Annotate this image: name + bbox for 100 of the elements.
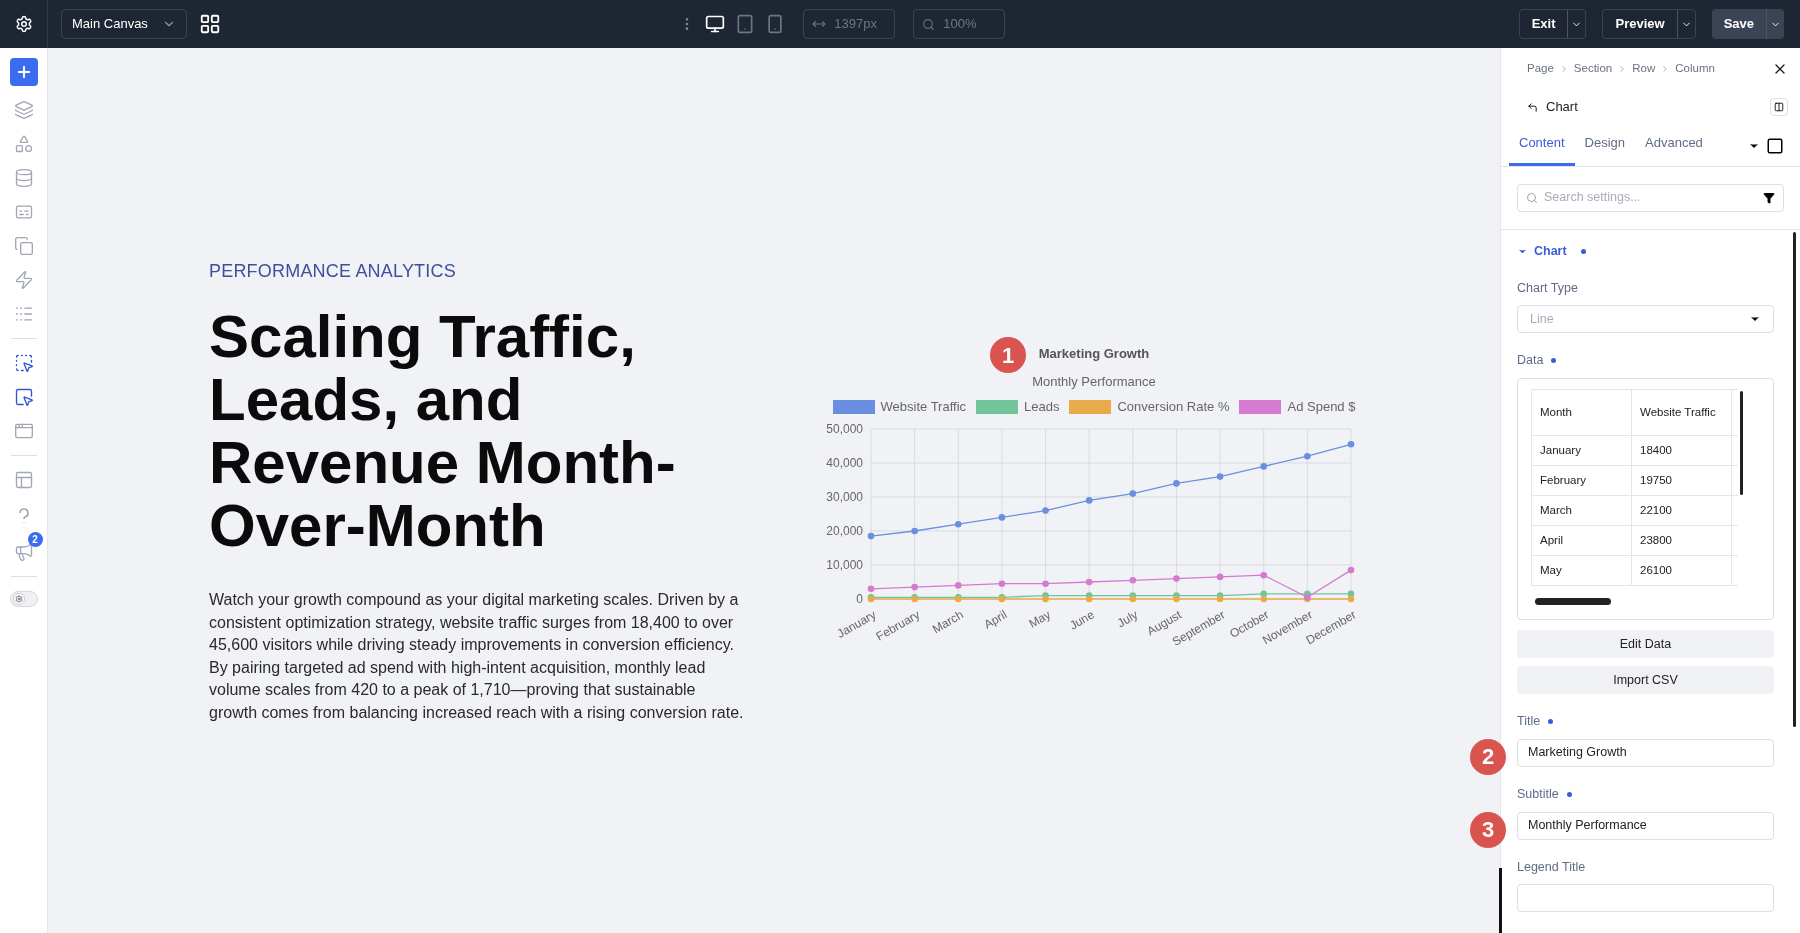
layout-toggle-button[interactable] <box>1770 98 1788 116</box>
text-field[interactable]: Monthly Performance <box>1517 811 1774 840</box>
split-button[interactable]: Exit <box>1518 9 1587 39</box>
data-point <box>1260 571 1268 578</box>
back-icon[interactable] <box>1527 101 1538 113</box>
notification-badge: 2 <box>27 532 43 547</box>
scrollbar[interactable] <box>1535 598 1611 605</box>
panel-tab[interactable]: Design <box>1574 133 1635 166</box>
x-tick-label: April <box>981 606 1010 632</box>
save-button[interactable]: Save <box>1711 9 1784 39</box>
y-tick-label: 0 <box>856 591 863 606</box>
table-cell[interactable]: January <box>1531 435 1632 466</box>
legend-item[interactable]: Conversion Rate % <box>1069 397 1230 417</box>
pointer-select-icon[interactable] <box>13 353 34 373</box>
table-cell[interactable]: May <box>1531 555 1632 586</box>
panel-tab[interactable]: Advanced <box>1635 133 1713 166</box>
x-tick-label: July <box>1114 606 1141 630</box>
shapes-icon[interactable] <box>13 134 34 154</box>
search-icon <box>1526 191 1538 204</box>
scrollbar[interactable] <box>1793 231 1796 727</box>
data-point <box>1129 489 1137 497</box>
data-point <box>954 581 962 589</box>
breadcrumb-link[interactable]: Row <box>1632 60 1656 78</box>
chart-subtitle: Monthly Performance <box>1032 372 1156 391</box>
tablet-icon[interactable] <box>735 14 756 34</box>
database-icon[interactable] <box>13 168 34 188</box>
y-tick-label: 30,000 <box>826 489 863 504</box>
data-point <box>954 520 962 527</box>
data-point <box>911 527 918 534</box>
desktop-icon[interactable] <box>705 14 726 34</box>
table-cell[interactable]: 19750 <box>1631 465 1732 496</box>
data-point <box>1129 576 1137 584</box>
data-point <box>911 583 918 590</box>
element-title: Chart <box>1546 98 1578 117</box>
table-cell[interactable]: 22100 <box>1631 495 1732 526</box>
y-tick-label: 20,000 <box>826 523 863 538</box>
pointer-square-icon[interactable] <box>13 387 34 407</box>
data-point <box>1042 506 1049 514</box>
split-button[interactable]: Preview <box>1602 9 1696 39</box>
data-point <box>998 579 1006 587</box>
breadcrumb-link[interactable]: Column <box>1675 60 1715 78</box>
data-point <box>998 513 1006 521</box>
data-point <box>1347 440 1355 448</box>
canvas-select[interactable]: Main Canvas <box>61 9 187 39</box>
table-cell[interactable]: March <box>1531 495 1632 526</box>
legend-item[interactable]: Website Traffic <box>832 397 967 417</box>
columns-icon <box>1774 102 1784 112</box>
search-input[interactable]: Search settings... <box>1544 188 1757 208</box>
text-field[interactable]: Marketing Growth <box>1517 738 1774 767</box>
breadcrumb-link[interactable]: Section <box>1573 60 1613 78</box>
hero-paragraph: Watch your growth compound as your digital marketing scales. Driven by a consistent optimization strategy, website traffic surges from 18,400 to over 45,600 visitors while driving steady improvements in conversion efficiency. By pairing targeted ad spend with high-intent acquisition, monthly lead volume scales from 420 to a peak of 1,710—proving that sustainable growth comes from balancing increased reach with a rising conversion rate. <box>209 590 744 723</box>
field-label: Subtitle <box>1517 785 1559 803</box>
panel-button[interactable]: Import CSV <box>1517 666 1774 694</box>
panel-tab[interactable]: Content <box>1509 133 1575 166</box>
chart-title: Marketing Growth <box>1038 345 1150 363</box>
theme-toggle[interactable] <box>9 591 38 607</box>
field-label: Legend Title <box>1517 858 1586 876</box>
field-label: Title <box>1517 713 1541 730</box>
section-title[interactable]: Chart <box>1534 241 1567 261</box>
scrollbar[interactable] <box>1739 391 1743 495</box>
table-cell[interactable]: 26100 <box>1631 555 1732 586</box>
field-label: Chart Type <box>1517 279 1578 297</box>
windows-icon[interactable] <box>13 470 34 490</box>
text-field[interactable] <box>1517 884 1774 913</box>
data-point <box>1042 579 1049 587</box>
breadcrumb-link[interactable]: Page <box>1527 60 1554 78</box>
table-cell[interactable]: 18400 <box>1631 435 1732 466</box>
data-point <box>1216 472 1224 480</box>
megaphone-icon[interactable] <box>13 542 34 562</box>
x-tick-label: May <box>1026 606 1054 631</box>
data-point <box>1085 496 1093 504</box>
data-point <box>1085 578 1093 585</box>
search-box[interactable]: Search settings... <box>1517 183 1784 212</box>
field-label: Data <box>1517 352 1544 370</box>
x-tick-label: June <box>1067 606 1097 633</box>
y-tick-label: 10,000 <box>826 557 863 572</box>
legend-item[interactable]: Ad Spend $ <box>1239 397 1356 417</box>
filter-icon[interactable] <box>1763 191 1775 204</box>
settings-icon[interactable] <box>14 15 33 33</box>
grid-icon[interactable] <box>199 13 221 35</box>
copy-icon[interactable] <box>13 236 34 256</box>
data-point <box>1347 566 1355 573</box>
add-button[interactable] <box>9 58 38 86</box>
data-point <box>1173 479 1180 487</box>
panel-button[interactable]: Edit Data <box>1517 630 1774 658</box>
window-icon[interactable] <box>13 421 34 441</box>
table-header-cell: Website Traffic <box>1631 389 1732 436</box>
data-point <box>1216 573 1224 580</box>
lightning-icon[interactable] <box>13 270 34 290</box>
square-icon[interactable] <box>1766 136 1784 155</box>
data-point <box>1173 574 1180 582</box>
table-cell[interactable]: April <box>1531 525 1632 556</box>
table-cell[interactable]: February <box>1531 465 1632 496</box>
help-icon[interactable] <box>17 508 30 524</box>
layers-icon[interactable] <box>13 100 34 120</box>
hero-heading: Scaling Traffic, Leads, and Revenue Month-Over-Month <box>209 305 677 557</box>
legend-item[interactable]: Leads <box>976 397 1060 417</box>
data-point <box>1260 462 1268 470</box>
table-cell[interactable]: 23800 <box>1631 525 1732 556</box>
eyebrow-text: PERFORMANCE ANALYTICS <box>209 260 457 283</box>
